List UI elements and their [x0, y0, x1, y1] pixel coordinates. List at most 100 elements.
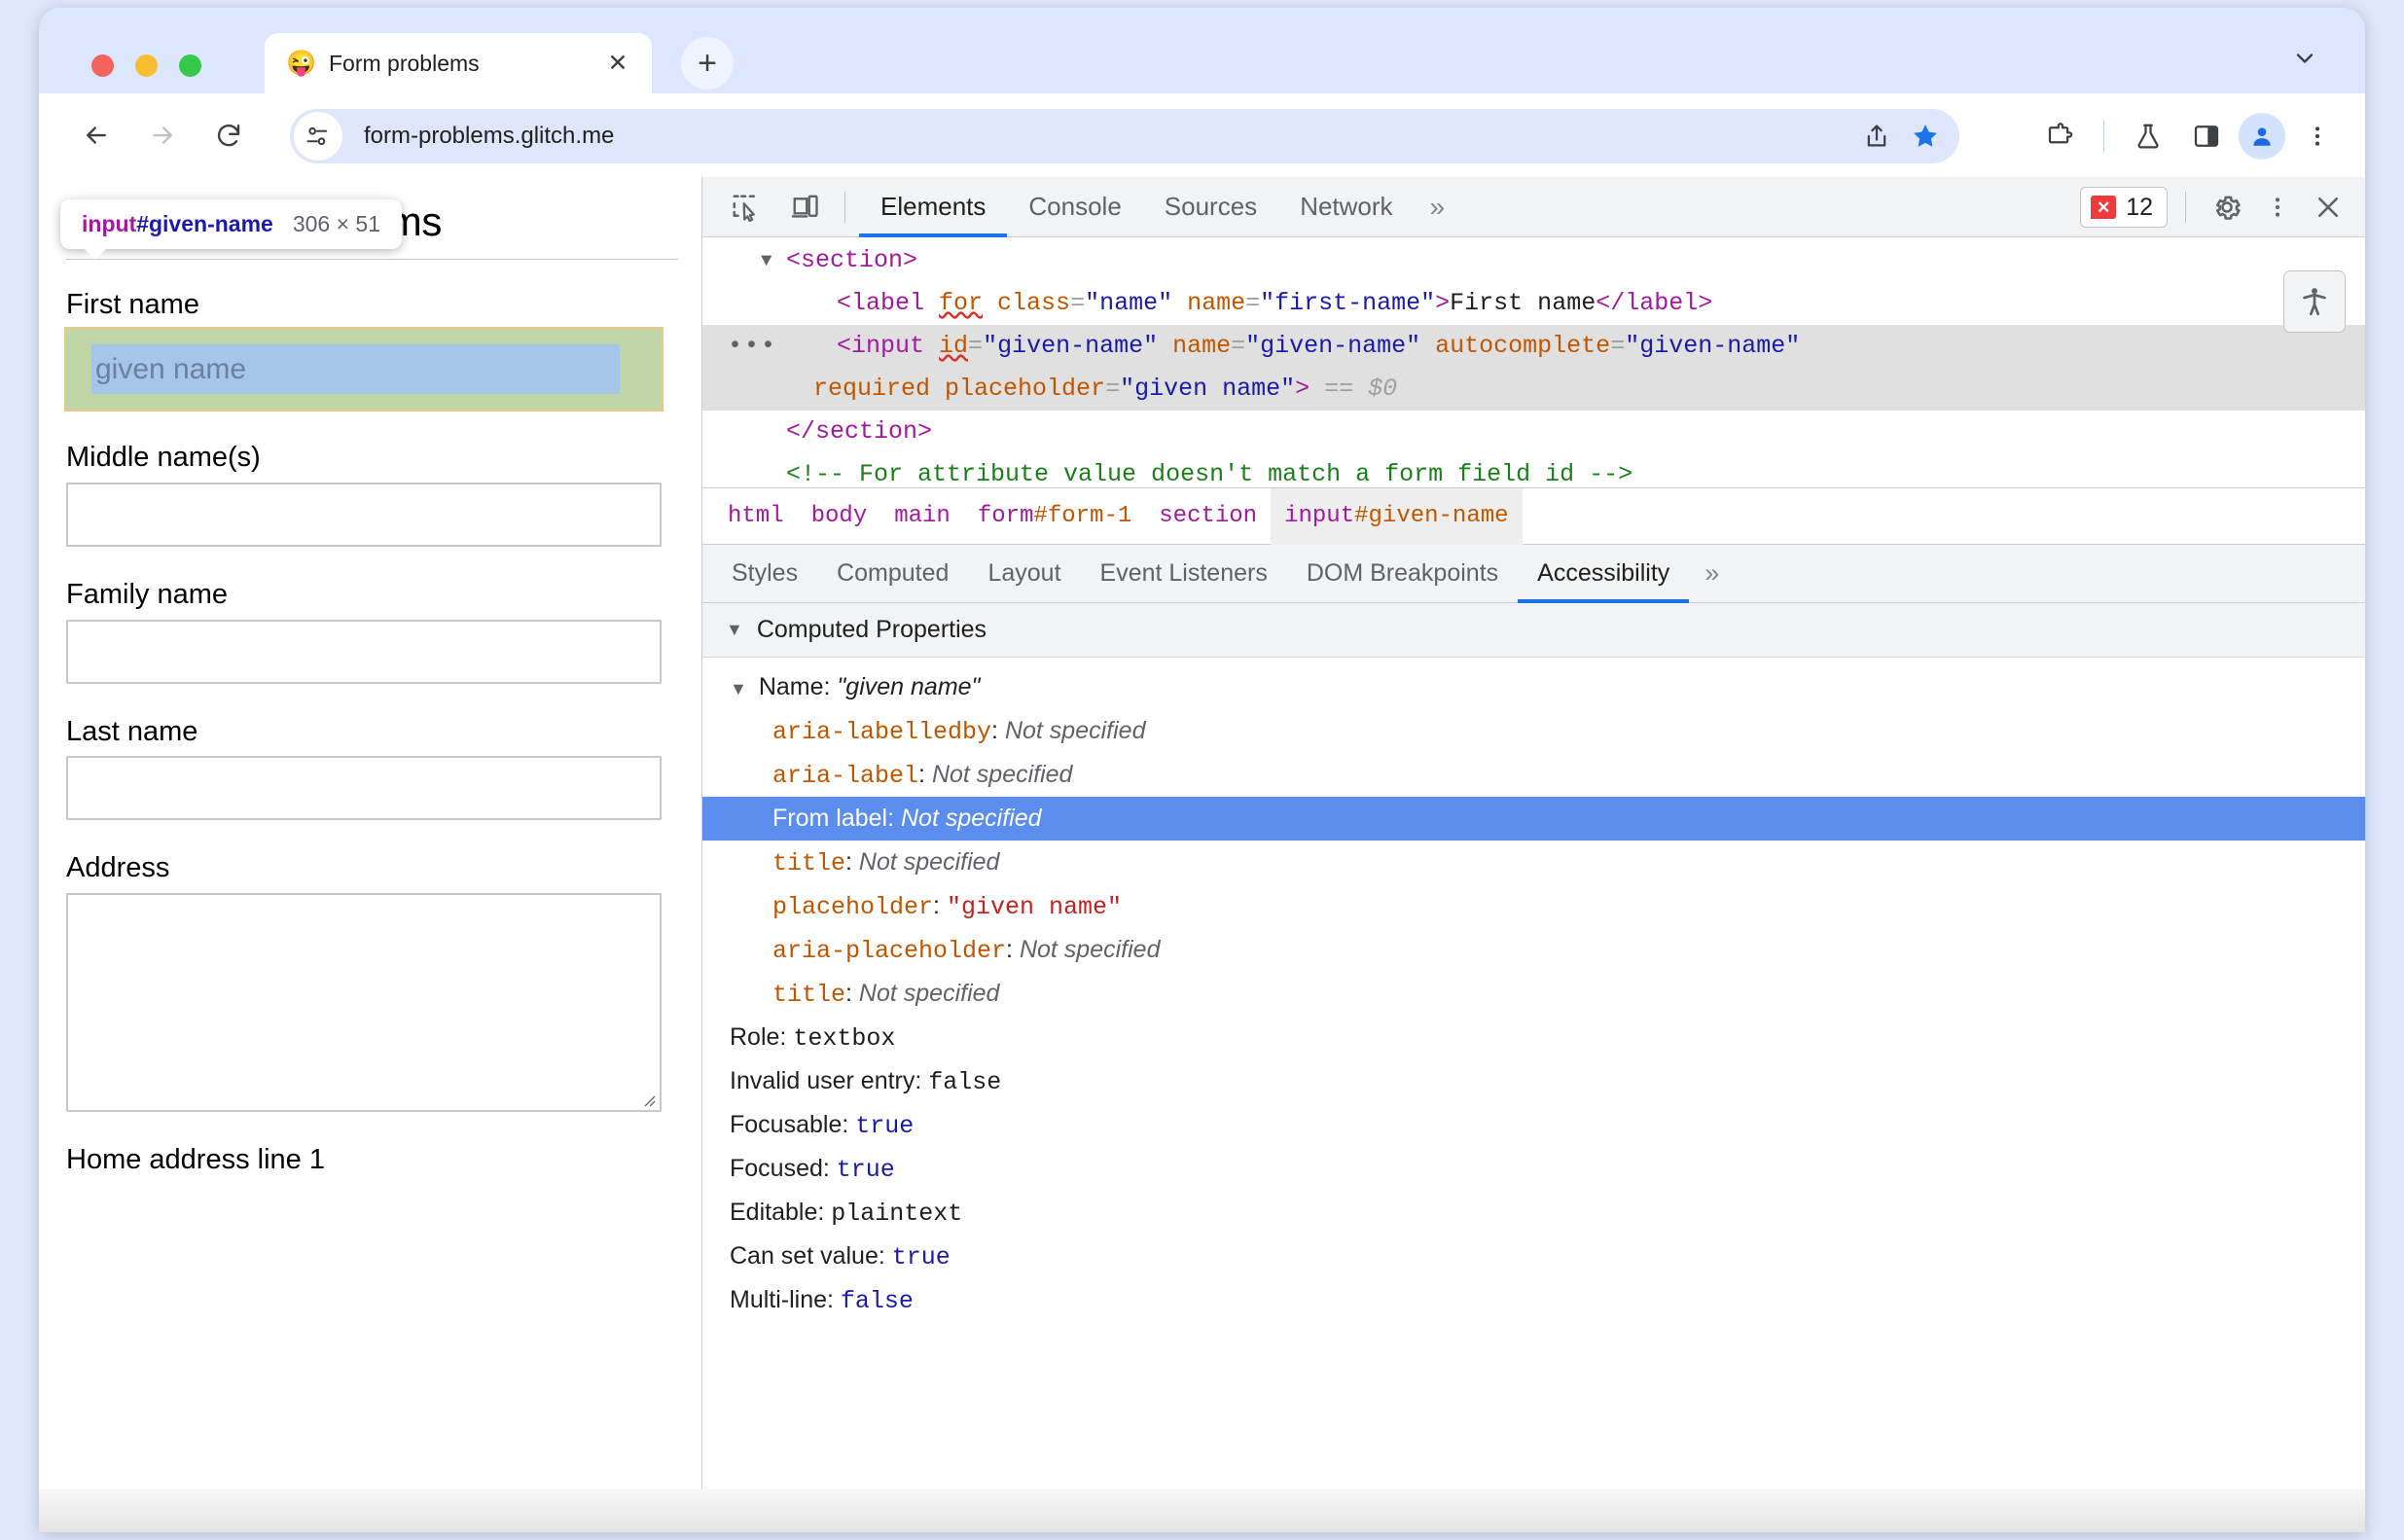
property-source-name: title	[772, 981, 846, 1009]
dom-token: </section>	[786, 417, 933, 446]
breadcrumb-item-body[interactable]: body	[798, 488, 881, 545]
breadcrumb-item-section[interactable]: section	[1145, 488, 1271, 545]
dom-tree-row[interactable]: <label for class="name" name="first-name…	[702, 282, 2365, 325]
accessibility-person-icon[interactable]	[2283, 270, 2346, 333]
row-name[interactable]: ▼ Name: "given name"	[702, 665, 2365, 709]
profile-avatar-icon[interactable]	[2239, 113, 2285, 160]
breadcrumb-item-main[interactable]: main	[880, 488, 964, 545]
reload-icon[interactable]	[202, 109, 255, 161]
breadcrumb-tag: main	[894, 503, 951, 529]
resize-grip-icon[interactable]	[640, 1092, 656, 1107]
dom-token: =	[1231, 332, 1246, 360]
gear-icon[interactable]	[2204, 184, 2250, 231]
dom-tree-row[interactable]: required placeholder="given name"> == $0	[702, 368, 2365, 411]
tab-elements[interactable]: Elements	[859, 177, 1007, 237]
forward-arrow-icon[interactable]	[136, 109, 189, 161]
property-value: "given name"	[837, 673, 981, 700]
tab-console[interactable]: Console	[1007, 177, 1142, 237]
property-label: Focused:	[730, 1155, 837, 1182]
row-aria-placeholder[interactable]: aria-placeholder: Not specified	[702, 928, 2365, 972]
property-value: true	[891, 1243, 951, 1271]
tab-network[interactable]: Network	[1278, 177, 1414, 237]
dom-tree-row[interactable]: ••• <input id="given-name" name="given-na…	[702, 325, 2365, 368]
row-multiline[interactable]: Multi-line: false	[702, 1278, 2365, 1322]
dom-token: >	[1435, 289, 1451, 317]
address-bar[interactable]: form-problems.glitch.me	[290, 109, 1959, 163]
device-toolbar-icon[interactable]	[780, 182, 831, 233]
middle-name-input[interactable]	[66, 482, 662, 547]
breadcrumb-item-form[interactable]: form #form-1	[964, 488, 1145, 545]
tab-accessibility[interactable]: Accessibility	[1518, 545, 1689, 603]
row-aria-labelledby[interactable]: aria-labelledby: Not specified	[702, 709, 2365, 753]
row-focused[interactable]: Focused: true	[702, 1147, 2365, 1191]
dom-tree[interactable]: ▼ <section> <label for class="name" name="…	[702, 237, 2365, 488]
dom-token: $0	[1368, 375, 1398, 403]
row-title-1[interactable]: title: Not specified	[702, 841, 2365, 884]
back-arrow-icon[interactable]	[70, 109, 123, 161]
chevron-down-icon[interactable]	[2279, 33, 2330, 84]
inspected-element-highlight[interactable]: given name	[64, 327, 664, 412]
family-name-input[interactable]	[66, 619, 662, 684]
dom-token: required placeholder	[813, 375, 1106, 403]
property-value: false	[840, 1287, 914, 1315]
dom-token: >	[1295, 375, 1310, 403]
close-window-button[interactable]	[91, 54, 114, 77]
chevron-down-icon[interactable]: ▼	[761, 239, 771, 282]
side-panel-icon[interactable]	[2180, 110, 2233, 162]
property-value: plaintext	[831, 1200, 963, 1228]
property-label: :	[845, 980, 859, 1007]
given-name-input[interactable]: given name	[91, 344, 620, 394]
row-role[interactable]: Role: textbox	[702, 1016, 2365, 1059]
error-count-badge[interactable]: ✕ 12	[2080, 187, 2168, 228]
minimize-window-button[interactable]	[135, 54, 158, 77]
form-field-family-name: Family name	[66, 578, 678, 684]
row-placeholder[interactable]: placeholder: "given name"	[702, 884, 2365, 928]
property-value: Not specified	[931, 761, 1073, 788]
extensions-puzzle-icon[interactable]	[2033, 110, 2086, 162]
tab-sources[interactable]: Sources	[1143, 177, 1278, 237]
row-focusable[interactable]: Focusable: true	[702, 1103, 2365, 1147]
close-icon[interactable]	[2305, 184, 2351, 231]
tab-styles[interactable]: Styles	[712, 545, 817, 603]
chevron-down-icon[interactable]: ▼	[726, 620, 743, 640]
row-from-label[interactable]: From label: Not specified	[702, 797, 2365, 841]
dom-tree-row[interactable]: <!-- For attribute value doesn't match a…	[702, 453, 2365, 487]
new-tab-button[interactable]: +	[681, 37, 734, 90]
property-label: :	[1006, 936, 1020, 963]
row-editable[interactable]: Editable: plaintext	[702, 1191, 2365, 1235]
breadcrumb-item-input[interactable]: input #given-name	[1271, 487, 1523, 545]
more-tabs-icon[interactable]: »	[1415, 192, 1458, 223]
more-sidebar-tabs-icon[interactable]: »	[1689, 558, 1732, 589]
chevron-down-icon[interactable]: ▼	[730, 679, 747, 698]
tab-layout[interactable]: Layout	[968, 545, 1080, 603]
row-overflow-dots-icon[interactable]: •••	[728, 325, 777, 368]
row-aria-label[interactable]: aria-label: Not specified	[702, 753, 2365, 797]
inspect-element-icon[interactable]	[720, 182, 771, 233]
row-can-set-value[interactable]: Can set value: true	[702, 1235, 2365, 1278]
breadcrumb-tag: body	[810, 503, 868, 529]
tab-close-icon[interactable]: ✕	[601, 47, 634, 80]
three-dot-menu-icon[interactable]	[2254, 184, 2301, 231]
dom-tree-row[interactable]: ▼ <section>	[702, 239, 2365, 282]
computed-properties-header[interactable]: ▼ Computed Properties	[702, 603, 2365, 658]
maximize-window-button[interactable]	[179, 54, 201, 77]
tab-dom-breakpoints[interactable]: DOM Breakpoints	[1287, 545, 1518, 603]
labs-flask-icon[interactable]	[2122, 110, 2174, 162]
property-label: Name:	[758, 673, 838, 700]
tab-event-listeners[interactable]: Event Listeners	[1081, 545, 1287, 603]
content-area: A form with problems First name given na…	[39, 177, 2365, 1532]
dom-tree-row[interactable]: </section>	[702, 411, 2365, 453]
property-label: Role:	[730, 1023, 794, 1051]
row-title-2[interactable]: title: Not specified	[702, 972, 2365, 1016]
bookmark-star-icon[interactable]	[1901, 112, 1950, 161]
address-textarea[interactable]	[66, 893, 662, 1113]
dom-token: ==	[1310, 375, 1369, 403]
row-invalid[interactable]: Invalid user entry: false	[702, 1059, 2365, 1103]
last-name-input[interactable]	[66, 756, 662, 821]
share-icon[interactable]	[1852, 112, 1901, 161]
tab-computed[interactable]: Computed	[817, 545, 968, 603]
site-settings-icon[interactable]	[294, 112, 342, 161]
breadcrumb-item-html[interactable]: html	[714, 488, 798, 545]
three-dot-menu-icon[interactable]	[2291, 110, 2344, 162]
browser-tab[interactable]: 😜 Form problems ✕	[265, 33, 652, 93]
